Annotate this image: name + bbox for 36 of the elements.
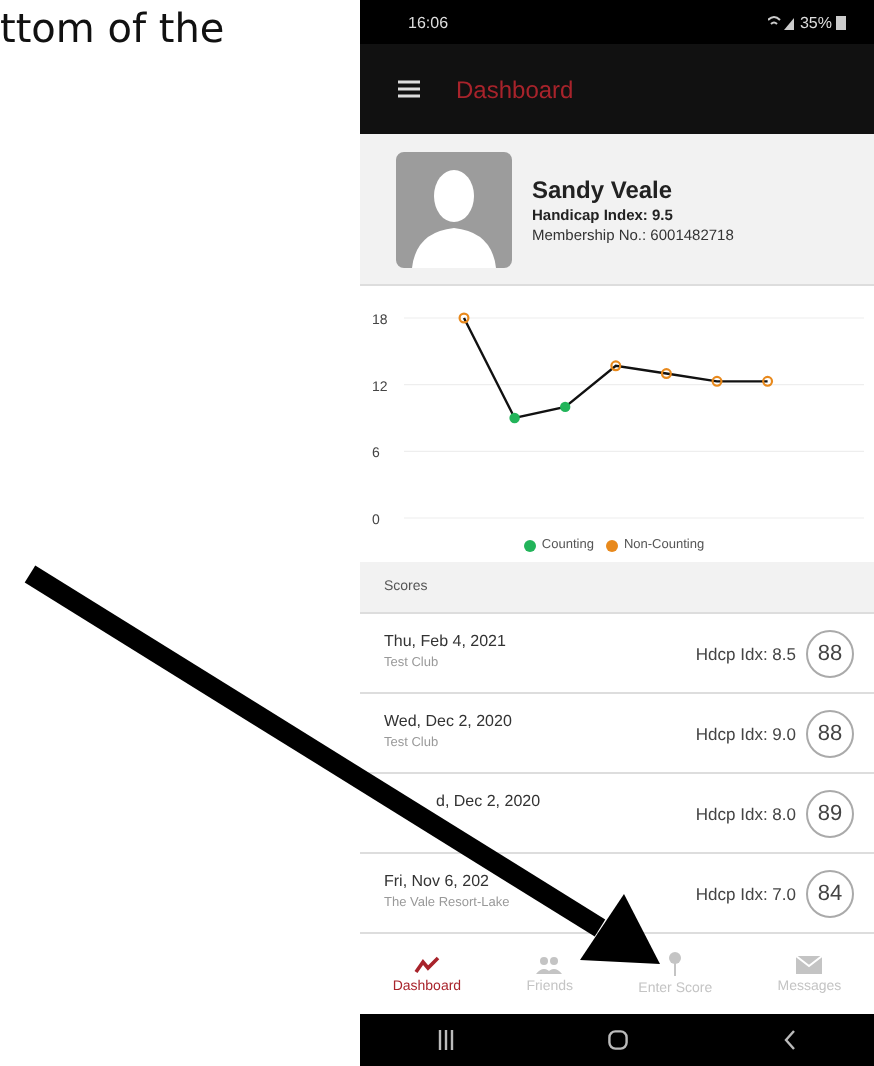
status-time: 16:06 (408, 13, 449, 31)
member-name: Sandy Veale (532, 175, 675, 203)
score-circle: 89 (806, 789, 854, 837)
data-point (660, 368, 672, 380)
data-point (509, 412, 520, 424)
people-icon (536, 955, 563, 973)
trend-icon (413, 955, 440, 973)
data-point (610, 360, 622, 372)
handicap-value: Hdcp Idx: 7.0 (695, 883, 796, 903)
handicap-value: Hdcp Idx: 8.5 (695, 643, 796, 663)
mail-icon (796, 955, 823, 973)
battery-percent: 35% (799, 13, 832, 31)
menu-icon[interactable] (398, 80, 420, 98)
home-icon[interactable] (608, 1030, 629, 1050)
app-title: Dashboard (456, 75, 574, 103)
handicap-value: Hdcp Idx: 8.0 (695, 803, 796, 823)
score-circle: 88 (806, 709, 854, 757)
data-point (762, 375, 774, 387)
score-circle: 88 (806, 629, 854, 677)
round-date: Thu, Feb 4, 2021 (384, 631, 508, 649)
round-date: Wed, Dec 2, 2020 (384, 711, 514, 729)
document-text: ttom of the (0, 4, 225, 52)
data-point (711, 375, 723, 387)
data-point (560, 401, 571, 413)
round-date: Fri, Nov 6, 202 (384, 871, 491, 889)
score-row[interactable]: d, Dec 2, 2020 Hdcp Idx: 8.0 89 (360, 774, 874, 854)
handicap-value: Hdcp Idx: 9.0 (695, 723, 796, 743)
data-point (458, 312, 470, 324)
pin-icon (668, 952, 683, 976)
score-circle: 84 (806, 869, 854, 917)
signal-icon (767, 14, 796, 30)
round-date: d, Dec 2, 2020 (434, 791, 543, 809)
battery-icon (836, 14, 846, 30)
avatar-icon (396, 151, 512, 267)
back-icon[interactable] (784, 1030, 797, 1050)
recents-icon[interactable] (437, 1030, 454, 1050)
